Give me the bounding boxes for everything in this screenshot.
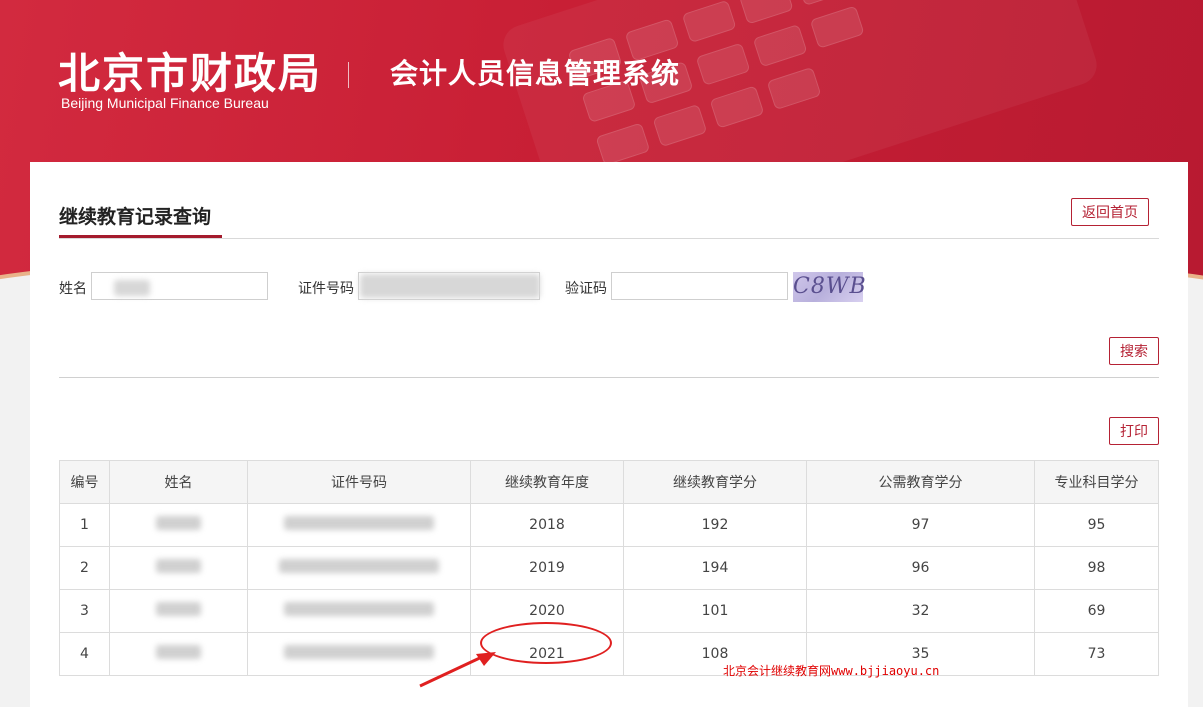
form-divider (59, 377, 1159, 378)
section-divider (59, 238, 1159, 239)
cell-ce-credits: 101 (623, 589, 807, 633)
table-row: 1 2018 192 97 95 (59, 503, 1159, 547)
cell-public-credits: 32 (806, 589, 1035, 633)
column-header: 公需教育学分 (806, 460, 1035, 504)
redacted-id-number (360, 274, 540, 298)
captcha-input[interactable] (611, 272, 788, 300)
column-header: 姓名 (109, 460, 248, 504)
cell-year: 2019 (470, 546, 624, 590)
system-title: 会计人员信息管理系统 (390, 57, 681, 90)
cell-public-credits: 96 (806, 546, 1035, 590)
column-header: 编号 (59, 460, 110, 504)
cell-prof-credits: 98 (1034, 546, 1159, 590)
highlight-circle (480, 622, 612, 664)
cell-no: 4 (59, 632, 110, 676)
watermark-text: 北京会计继续教育网 (723, 664, 832, 678)
cell-no: 1 (59, 503, 110, 547)
column-header: 证件号码 (247, 460, 471, 504)
cell-no: 3 (59, 589, 110, 633)
cell-ce-credits: 192 (623, 503, 807, 547)
cell-prof-credits: 73 (1034, 632, 1159, 676)
id-number-label: 证件号码 (298, 281, 354, 297)
table-row: 3 2020 101 32 69 (59, 589, 1159, 633)
column-header: 继续教育学分 (623, 460, 807, 504)
cell-no: 2 (59, 546, 110, 590)
watermark: 北京会计继续教育网www.bjjiaoyu.cn (723, 662, 939, 679)
back-home-button[interactable]: 返回首页 (1071, 198, 1149, 226)
cell-ce-credits: 194 (623, 546, 807, 590)
watermark-url: www.bjjiaoyu.cn (831, 664, 940, 678)
cell-id-redacted (247, 503, 471, 547)
column-header: 继续教育年度 (470, 460, 624, 504)
cell-name-redacted (109, 503, 248, 547)
captcha-image[interactable]: C8WB (793, 272, 866, 302)
cell-prof-credits: 69 (1034, 589, 1159, 633)
column-header: 专业科目学分 (1034, 460, 1159, 504)
cell-year: 2018 (470, 503, 624, 547)
table-header-row: 编号 姓名 证件号码 继续教育年度 继续教育学分 公需教育学分 专业科目学分 (59, 460, 1159, 504)
redacted-name (114, 280, 150, 296)
name-label: 姓名 (59, 281, 87, 297)
main-panel: 继续教育记录查询 返回首页 姓名 证件号码 验证码 C8WB 搜索 打印 编号 … (30, 162, 1188, 707)
captcha-label: 验证码 (565, 281, 607, 297)
annotation-arrow-icon (419, 652, 496, 688)
cell-id-redacted (247, 546, 471, 590)
print-button[interactable]: 打印 (1109, 417, 1159, 445)
header-divider (348, 62, 349, 88)
cell-id-redacted (247, 589, 471, 633)
cell-name-redacted (109, 546, 248, 590)
brand-logo-en: Beijing Municipal Finance Bureau (61, 95, 269, 111)
cell-name-redacted (109, 589, 248, 633)
cell-public-credits: 97 (806, 503, 1035, 547)
table-row: 2 2019 194 96 98 (59, 546, 1159, 590)
brand-logo-cn: 北京市财政局 (58, 49, 323, 98)
cell-name-redacted (109, 632, 248, 676)
cell-prof-credits: 95 (1034, 503, 1159, 547)
search-button[interactable]: 搜索 (1109, 337, 1159, 365)
section-title: 继续教育记录查询 (59, 206, 212, 228)
